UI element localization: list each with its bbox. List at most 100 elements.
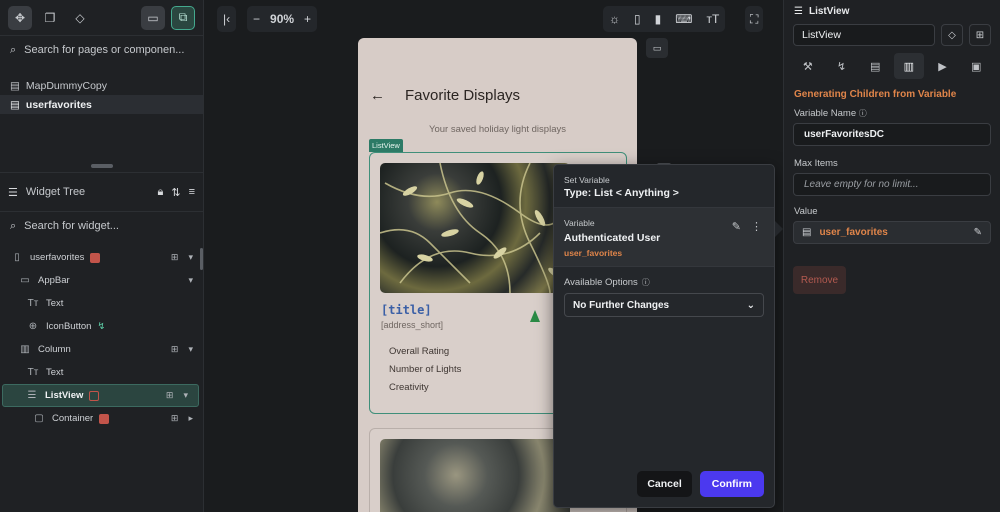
available-options-select[interactable]: No Further Changes ⌄ — [564, 293, 764, 317]
info-icon[interactable]: ⓘ — [642, 277, 650, 288]
tab-actions[interactable]: ↯ — [827, 53, 857, 79]
tree-item-label: ListView — [45, 390, 84, 401]
lock-icon[interactable]: 🔒︎ — [158, 186, 164, 199]
value-text: user_favorites — [819, 227, 888, 238]
confirm-button[interactable]: Confirm — [699, 471, 764, 497]
card-image — [380, 163, 570, 293]
tab-animations[interactable]: ▶ — [928, 53, 958, 79]
add-child-icon[interactable]: ⊞ — [171, 252, 179, 263]
text-scale-icon[interactable]: тT — [707, 12, 720, 26]
new-folder-icon[interactable]: ▭ — [141, 5, 165, 30]
widget-name-field[interactable]: ListView — [793, 24, 935, 46]
search-icon: ⌕ — [10, 219, 17, 232]
tree-list-icon: ☰ — [8, 186, 18, 199]
value-label: Value — [794, 206, 818, 217]
set-variable-section: Set Variable Type: List < Anything > — [554, 165, 774, 208]
tree-item-label: Container — [52, 413, 94, 424]
widgets-tab-icon[interactable]: ✥ — [8, 5, 32, 30]
gem-tab-icon[interactable]: ◇ — [68, 6, 92, 30]
search-widget[interactable]: ⌕ Search for widget... — [0, 212, 203, 240]
tree-item-label: Column — [38, 344, 71, 355]
search-widget-placeholder: Search for widget... — [24, 220, 119, 232]
page-item-userfavorites[interactable]: ▤ userfavorites — [0, 95, 203, 114]
zoom-out-icon[interactable]: − — [253, 12, 260, 26]
phone-icon: ▯ — [14, 252, 20, 263]
chevron-down-icon[interactable]: ▾ — [183, 390, 188, 401]
back-arrow-icon[interactable]: ← — [370, 87, 385, 104]
edit-icon[interactable]: ✎ — [974, 227, 982, 238]
value-field[interactable]: ▤ user_favorites ✎ — [793, 221, 991, 244]
chevron-down-icon[interactable]: ▾ — [188, 344, 193, 355]
add-page-icon[interactable]: ⧉ — [171, 5, 195, 30]
add-child-icon[interactable]: ⊞ — [166, 390, 174, 401]
available-options-row: Available Options ⓘ — [554, 267, 774, 288]
zoom-level: 90% — [270, 12, 295, 26]
tree-item-label: userfavorites — [30, 252, 85, 263]
chevron-down-icon[interactable]: ▾ — [188, 275, 193, 286]
remove-button[interactable]: Remove — [793, 266, 846, 294]
variable-section[interactable]: Variable Authenticated User user_favorit… — [554, 208, 774, 267]
column-icon: ▥ — [20, 344, 30, 355]
tab-properties[interactable]: ⚒ — [793, 53, 823, 79]
selected-option: No Further Changes — [573, 299, 670, 311]
select-area-icon[interactable]: ⛶ — [750, 12, 758, 27]
properties-header: ☰ ListView — [784, 2, 1000, 20]
container-icon: ▢ — [34, 413, 44, 424]
gem-icon[interactable]: ◇ — [941, 24, 963, 46]
edit-icon[interactable]: ✎ — [732, 220, 741, 233]
add-child-icon[interactable]: ⊞ — [171, 344, 179, 355]
generating-children-title: Generating Children from Variable — [794, 89, 957, 100]
generating-badge-icon — [89, 390, 100, 401]
select-tool-group: ⛶ — [745, 6, 764, 32]
cancel-button[interactable]: Cancel — [637, 471, 692, 497]
search-pages[interactable]: ⌕ Search for pages or componen... — [0, 36, 203, 64]
tree-item-column[interactable]: ▥ Column ⊞ ▾ — [0, 338, 203, 361]
right-panel: ☰ ListView ListView ◇ ⊞ ⚒ ↯ ▤ ▥ ▶ ▣ Gene… — [783, 0, 1000, 512]
tree-scrollbar[interactable] — [200, 248, 203, 270]
tree-item-userfavorites[interactable]: ▯ userfavorites ⊞ ▾ — [0, 246, 203, 269]
keyboard-icon[interactable]: ⌨ — [675, 12, 692, 26]
card-image — [380, 439, 570, 512]
pages-tab-icon[interactable]: ❐ — [38, 6, 62, 30]
tree-item-text-2[interactable]: Tт Text — [0, 361, 203, 384]
tab-generate-children[interactable]: ▥ — [894, 53, 924, 79]
light-mode-icon[interactable]: ☼ — [609, 12, 620, 26]
device-controls: ☼ ▯ ▮ ⌨ тT — [603, 6, 726, 32]
max-items-input[interactable]: Leave empty for no limit... — [793, 173, 991, 196]
sort-icon[interactable]: ⇅ — [171, 186, 180, 199]
variable-name-input[interactable]: userFavoritesDC — [793, 123, 991, 146]
filter-icon[interactable]: ≡ — [189, 186, 195, 198]
chevron-down-icon[interactable]: ▾ — [188, 252, 193, 263]
tree-item-appbar[interactable]: ▭ AppBar ▾ — [0, 269, 203, 292]
tree-item-iconbutton[interactable]: ⊕ IconButton ↯ — [0, 315, 203, 338]
page-item-hidden — [0, 64, 203, 76]
card-item-lights: Number of Lights — [389, 364, 462, 375]
popup-pointer — [775, 221, 783, 237]
type-label: Type: List < Anything > — [564, 187, 679, 199]
add-child-icon[interactable]: ⊞ — [171, 413, 179, 424]
collapse-left-icon[interactable]: |‹ — [223, 12, 230, 26]
info-icon[interactable]: ⓘ — [859, 109, 867, 118]
expand-view-icon[interactable]: ▭ — [646, 38, 668, 58]
page-icon: ▤ — [10, 79, 20, 92]
tab-documentation[interactable]: ▣ — [961, 53, 991, 79]
zoom-in-icon[interactable]: + — [304, 12, 311, 26]
tree-item-text[interactable]: Tт Text — [0, 292, 203, 315]
page-item-mapdummycopy[interactable]: ▤ MapDummyCopy — [0, 76, 203, 95]
chevron-right-icon[interactable]: ▸ — [188, 413, 193, 424]
tree-marker-icon — [530, 310, 540, 322]
variable-name-label: Variable Name ⓘ — [784, 100, 1000, 119]
more-vert-icon[interactable]: ⋮ — [751, 220, 762, 233]
add-component-icon[interactable]: ⊞ — [969, 24, 991, 46]
collapse-panel-group: |‹ — [217, 6, 237, 32]
tree-item-listview[interactable]: ☰ ListView ⊞ ▾ — [2, 384, 199, 407]
panel-resize-handle[interactable] — [90, 164, 113, 168]
tab-backend-query[interactable]: ▤ — [860, 53, 890, 79]
tree-item-container[interactable]: ▢ Container ⊞ ▸ — [0, 407, 203, 430]
search-icon: ⌕ — [10, 43, 17, 56]
left-panel: ✥ ❐ ◇ ▭ ⧉ ⌕ Search for pages or componen… — [0, 0, 204, 512]
card-address: [address_short] — [381, 320, 444, 330]
phone-device-icon[interactable]: ▯ — [634, 12, 641, 26]
listview-tag: ListView — [369, 139, 403, 152]
tablet-device-icon[interactable]: ▮ — [655, 12, 662, 26]
